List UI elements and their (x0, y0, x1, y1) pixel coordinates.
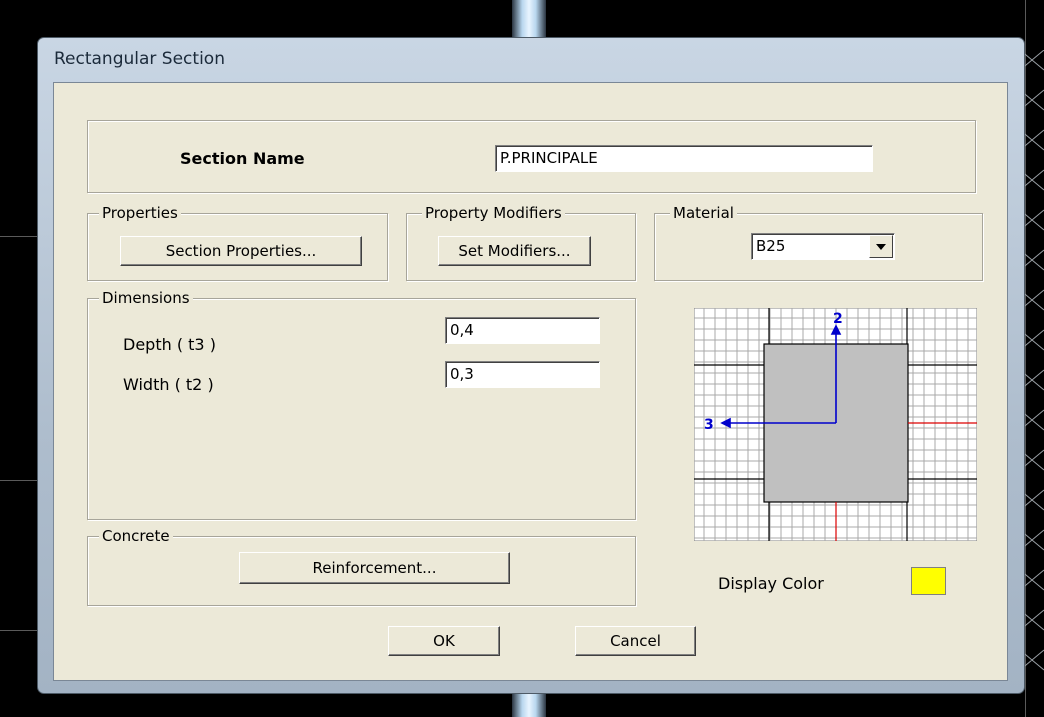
reinforcement-button[interactable]: Reinforcement... (239, 552, 510, 584)
dialog-client-area: Section Name P.PRINCIPALE Properties Sec… (53, 82, 1008, 681)
dimensions-group-label: Dimensions (99, 289, 193, 307)
property-modifiers-group-label: Property Modifiers (422, 204, 565, 222)
section-preview: 2 3 (694, 308, 977, 541)
material-selected-value: B25 (756, 237, 786, 255)
display-color-swatch[interactable] (911, 567, 946, 595)
material-dropdown-button[interactable] (869, 235, 893, 258)
cancel-button[interactable]: Cancel (575, 626, 696, 656)
section-name-input[interactable]: P.PRINCIPALE (495, 145, 873, 172)
axis-3-label: 3 (704, 417, 714, 433)
depth-label: Depth ( t3 ) (123, 335, 216, 354)
chevron-down-icon (876, 243, 886, 250)
depth-input[interactable]: 0,4 (445, 317, 600, 344)
width-input[interactable]: 0,3 (445, 361, 600, 388)
rectangular-section-dialog: Rectangular Section Section Name P.PRINC… (37, 37, 1025, 694)
section-properties-button[interactable]: Section Properties... (120, 236, 362, 266)
background-line (0, 236, 37, 237)
material-dropdown[interactable]: B25 (751, 233, 895, 260)
set-modifiers-button[interactable]: Set Modifiers... (438, 236, 591, 266)
dialog-titlebar[interactable]: Rectangular Section (38, 38, 1024, 84)
dialog-title: Rectangular Section (54, 49, 225, 69)
concrete-group-label: Concrete (99, 527, 173, 545)
axis-2-label: 2 (833, 311, 843, 327)
properties-group-label: Properties (99, 204, 181, 222)
section-name-label: Section Name (180, 149, 305, 168)
ok-button[interactable]: OK (388, 626, 500, 656)
material-group-label: Material (670, 204, 737, 222)
display-color-label: Display Color (718, 574, 824, 593)
background-line (0, 630, 37, 631)
width-label: Width ( t2 ) (123, 375, 214, 394)
background-line (0, 480, 37, 481)
